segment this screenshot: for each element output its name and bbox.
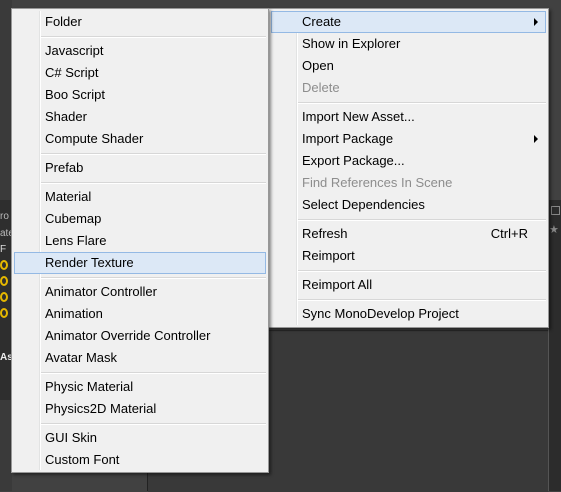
menu-item-select-dependencies[interactable]: Select Dependencies (271, 194, 546, 216)
side-label-1: ro (0, 211, 9, 222)
menu-item-label: Boo Script (45, 87, 105, 102)
menu-separator (41, 277, 266, 279)
menu-item-label: Reimport (302, 248, 355, 263)
submenu-arrow-icon (534, 18, 538, 26)
menu-item-label: Create (302, 14, 342, 29)
submenu-item-physics2d-material[interactable]: Physics2D Material (14, 398, 266, 420)
menu-item-create[interactable]: Create (271, 11, 546, 33)
menu-separator (41, 372, 266, 374)
menu-item-label: Import New Asset... (302, 109, 415, 124)
submenu-item-lens-flare[interactable]: Lens Flare (14, 230, 266, 252)
menu-item-label: C# Script (45, 65, 99, 80)
favorite-star-icon[interactable]: ★ (549, 223, 559, 236)
submenu-item-render-texture[interactable]: Render Texture (14, 252, 266, 274)
menu-item-label: Refresh (302, 226, 348, 241)
menu-item-label: GUI Skin (45, 430, 98, 445)
menu-separator (298, 219, 546, 221)
menu-item-label: Shader (45, 109, 87, 124)
submenu-item-javascript[interactable]: Javascript (14, 40, 266, 62)
menu-item-label: Javascript (45, 43, 104, 58)
submenu-item-shader[interactable]: Shader (14, 106, 266, 128)
submenu-item-animator-controller[interactable]: Animator Controller (14, 281, 266, 303)
menu-item-label: Reimport All (302, 277, 373, 292)
asset-icon[interactable] (0, 260, 8, 270)
menu-item-reimport[interactable]: Reimport (271, 245, 546, 267)
menu-separator (41, 36, 266, 38)
menu-item-reimport-all[interactable]: Reimport All (271, 274, 546, 296)
menu-item-label: Folder (45, 14, 82, 29)
menu-item-label: Prefab (45, 160, 84, 175)
submenu-item-cubemap[interactable]: Cubemap (14, 208, 266, 230)
menu-item-label: Import Package (302, 131, 394, 146)
side-label-3: F (0, 244, 7, 255)
submenu-arrow-icon (534, 135, 538, 143)
menu-item-open[interactable]: Open (271, 55, 546, 77)
menu-separator (41, 153, 266, 155)
menu-item-import-package[interactable]: Import Package (271, 128, 546, 150)
menu-item-label: Delete (302, 80, 340, 95)
asset-icon[interactable] (0, 308, 8, 318)
menu-item-export-package[interactable]: Export Package... (271, 150, 546, 172)
create-submenu: Folder Javascript C# Script Boo Script S… (11, 8, 269, 473)
submenu-item-folder[interactable]: Folder (14, 11, 266, 33)
submenu-item-custom-font[interactable]: Custom Font (14, 449, 266, 471)
submenu-item-gui-skin[interactable]: GUI Skin (14, 427, 266, 449)
menu-item-label: Avatar Mask (45, 350, 118, 365)
submenu-item-csharp-script[interactable]: C# Script (14, 62, 266, 84)
menu-item-label: Physic Material (45, 379, 134, 394)
menu-item-label: Compute Shader (45, 131, 144, 146)
menu-item-label: Lens Flare (45, 233, 107, 248)
panel-toggle-icon[interactable] (551, 206, 560, 215)
menu-item-show-in-explorer[interactable]: Show in Explorer (271, 33, 546, 55)
menu-item-sync-monodevelop[interactable]: Sync MonoDevelop Project (271, 303, 546, 325)
menu-item-refresh[interactable]: Refresh Ctrl+R (271, 223, 546, 245)
asset-icon[interactable] (0, 276, 8, 286)
menu-separator (298, 270, 546, 272)
submenu-item-animation[interactable]: Animation (14, 303, 266, 325)
menu-item-label: Sync MonoDevelop Project (302, 306, 459, 321)
menu-item-find-references: Find References In Scene (271, 172, 546, 194)
submenu-item-physic-material[interactable]: Physic Material (14, 376, 266, 398)
menu-separator (41, 182, 266, 184)
submenu-item-boo-script[interactable]: Boo Script (14, 84, 266, 106)
context-menu: Create Show in Explorer Open Delete Impo… (268, 8, 549, 328)
menu-item-label: Animation (45, 306, 103, 321)
menu-item-shortcut: Ctrl+R (490, 226, 528, 241)
menu-item-label: Open (302, 58, 334, 73)
menu-item-label: Show in Explorer (302, 36, 401, 51)
submenu-item-prefab[interactable]: Prefab (14, 157, 266, 179)
submenu-item-avatar-mask[interactable]: Avatar Mask (14, 347, 266, 369)
menu-item-label: Physics2D Material (45, 401, 157, 416)
menu-item-label: Cubemap (45, 211, 102, 226)
menu-separator (298, 102, 546, 104)
editor-right-panel (548, 200, 561, 491)
asset-icon[interactable] (0, 292, 8, 302)
menu-item-label: Animator Controller (45, 284, 157, 299)
menu-item-label: Custom Font (45, 452, 120, 467)
menu-item-label: Material (45, 189, 92, 204)
submenu-item-animator-override-controller[interactable]: Animator Override Controller (14, 325, 266, 347)
menu-item-label: Export Package... (302, 153, 405, 168)
menu-item-import-new-asset[interactable]: Import New Asset... (271, 106, 546, 128)
menu-item-label: Animator Override Controller (45, 328, 211, 343)
menu-separator (41, 423, 266, 425)
menu-item-delete: Delete (271, 77, 546, 99)
submenu-item-material[interactable]: Material (14, 186, 266, 208)
menu-item-label: Render Texture (45, 255, 134, 270)
menu-item-label: Select Dependencies (302, 197, 425, 212)
menu-item-label: Find References In Scene (302, 175, 453, 190)
submenu-item-compute-shader[interactable]: Compute Shader (14, 128, 266, 150)
menu-separator (298, 299, 546, 301)
